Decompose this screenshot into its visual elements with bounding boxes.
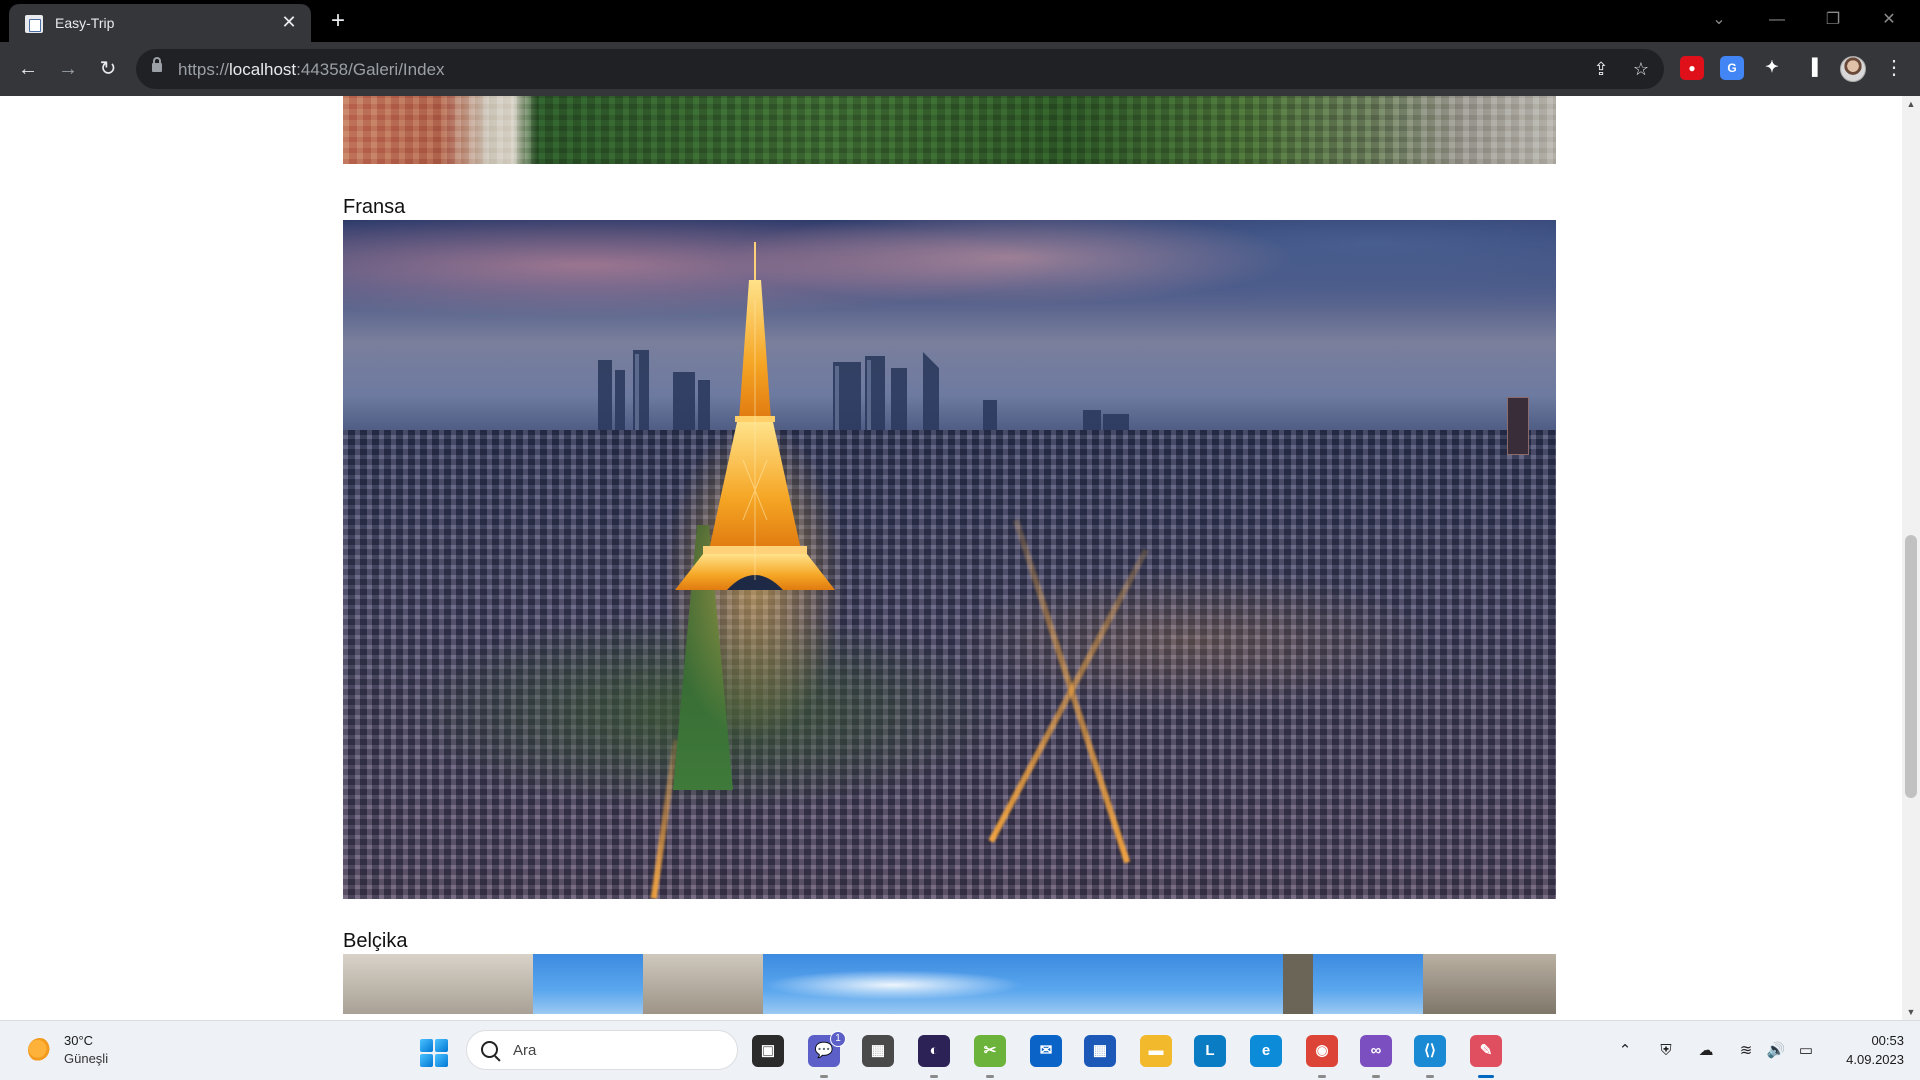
windows-logo-pane <box>435 1054 448 1067</box>
gallery-item-belgium: Belçika <box>343 928 1556 1014</box>
chevron-up-icon[interactable]: ⌃ <box>1615 1041 1635 1061</box>
tab-title: Easy-Trip <box>55 15 115 31</box>
file-explorer-dark-icon[interactable]: ▣ <box>752 1035 784 1067</box>
share-icon[interactable]: ⇪ <box>1590 58 1612 80</box>
weather-temperature[interactable]: 30°C <box>64 1033 93 1048</box>
new-tab-button[interactable]: + <box>325 8 351 34</box>
scroll-down-icon[interactable]: ▼ <box>1902 1004 1920 1020</box>
address-bar[interactable]: https://localhost:44358/Galeri/Index ⇪ ☆ <box>136 49 1664 89</box>
scroll-thumb[interactable] <box>1905 535 1917 798</box>
tab-strip: Easy-Trip ✕ + ⌄ — ❐ ✕ <box>0 0 1920 42</box>
scroll-up-icon[interactable]: ▲ <box>1902 96 1920 112</box>
snipping-tool-icon[interactable]: ✂ <box>974 1035 1006 1067</box>
bookmark-star-icon[interactable]: ☆ <box>1630 58 1652 80</box>
windows-logo-pane <box>435 1039 448 1052</box>
page-scrollbar[interactable]: ▲ ▼ <box>1902 96 1920 1020</box>
paint-tool-icon[interactable]: ✎ <box>1470 1035 1502 1067</box>
gallery-caption: Fransa <box>343 196 406 218</box>
profile-avatar[interactable] <box>1840 56 1866 82</box>
reload-button[interactable]: ↻ <box>94 55 122 83</box>
onedrive-icon[interactable]: ☁ <box>1696 1041 1716 1061</box>
volume-icon[interactable]: 🔊 <box>1766 1041 1786 1061</box>
running-indicator <box>820 1075 828 1078</box>
gallery-caption: Belçika <box>343 930 408 952</box>
l-app-icon[interactable]: L <box>1194 1035 1226 1067</box>
guildhall-facade <box>1423 954 1556 1014</box>
tab-close-icon[interactable]: ✕ <box>279 12 299 32</box>
puzzle-icon[interactable]: ✦ <box>1760 56 1784 80</box>
url-text[interactable]: https://localhost:44358/Galeri/Index <box>178 60 445 80</box>
windows-logo-pane <box>420 1054 433 1067</box>
edge-icon[interactable]: e <box>1250 1035 1282 1067</box>
taskbar-search[interactable]: Ara <box>466 1030 738 1070</box>
calculator-icon[interactable]: ▦ <box>862 1035 894 1067</box>
tab-search-chevron-icon[interactable]: ⌄ <box>1704 8 1734 32</box>
running-indicator <box>1478 1075 1494 1078</box>
forward-button[interactable]: → <box>54 55 82 83</box>
taskbar: 30°C Güneşli Ara ▣ 💬 1 ▦ ◐ ✂ ✉ ▦ ▬ Le ◉ ∞ ⟨⟩ ✎ ⌃ ⛨ ☁ ≋ 🔊 ▭… <box>0 1020 1920 1080</box>
eclipse-icon[interactable]: ◐ <box>918 1035 950 1067</box>
back-button[interactable]: ← <box>14 55 42 83</box>
page-favicon-icon <box>25 15 43 33</box>
montparnasse-tower <box>1507 397 1529 455</box>
visual-studio-icon[interactable]: ∞ <box>1360 1035 1392 1067</box>
gallery-item-turkey <box>343 96 1556 164</box>
gallery-item-france: Fransa <box>343 194 1556 899</box>
translate-icon[interactable]: G <box>1720 56 1744 80</box>
city-hall-tower <box>643 954 763 1014</box>
close-window-button[interactable]: ✕ <box>1874 8 1904 32</box>
istanbul-aerial-photo <box>343 96 1556 164</box>
sidepanel-icon[interactable]: ▐ <box>1800 56 1824 80</box>
clock-date[interactable]: 4.09.2023 <box>1830 1052 1904 1067</box>
store-icon[interactable]: ▦ <box>1084 1035 1116 1067</box>
cloud <box>763 970 1023 1000</box>
paris-eiffel-tower-photo <box>343 220 1556 899</box>
windows-logo-pane <box>420 1039 433 1052</box>
url-scheme: https:// <box>178 60 230 79</box>
spire <box>1283 954 1313 1014</box>
browser-toolbar: ← → ↻ https://localhost:44358/Galeri/Ind… <box>0 42 1920 96</box>
clock-time[interactable]: 00:53 <box>1840 1033 1904 1048</box>
weather-sun-icon[interactable] <box>28 1038 52 1062</box>
vscode-icon[interactable]: ⟨⟩ <box>1414 1035 1446 1067</box>
search-placeholder: Ara <box>513 1042 537 1059</box>
url-path: :44358/Galeri/Index <box>296 60 445 79</box>
chrome-icon[interactable]: ◉ <box>1306 1035 1338 1067</box>
minimize-button[interactable]: — <box>1762 8 1792 32</box>
start-button[interactable] <box>420 1039 448 1067</box>
adblock-icon[interactable]: ● <box>1680 56 1704 80</box>
weather-description[interactable]: Güneşli <box>64 1051 108 1066</box>
url-host: localhost <box>229 60 297 79</box>
notification-badge: 1 <box>830 1031 846 1047</box>
wifi-icon[interactable]: ≋ <box>1736 1041 1756 1061</box>
restore-button[interactable]: ❐ <box>1818 8 1848 32</box>
running-indicator <box>1426 1075 1434 1078</box>
mail-icon[interactable]: ✉ <box>1030 1035 1062 1067</box>
brussels-grand-place-photo <box>343 954 1556 1014</box>
running-indicator <box>986 1075 994 1078</box>
lock-icon[interactable] <box>152 57 162 72</box>
search-icon <box>481 1041 498 1058</box>
tab-easy-trip[interactable]: Easy-Trip ✕ <box>9 4 311 42</box>
gothic-facade <box>343 954 533 1014</box>
browser-menu-icon[interactable]: ⋮ <box>1884 54 1904 82</box>
defender-icon[interactable]: ⛨ <box>1656 1041 1676 1061</box>
battery-icon[interactable]: ▭ <box>1796 1041 1816 1061</box>
page-viewport[interactable]: Fransa Belçika ▲ ▼ <box>0 96 1920 1020</box>
running-indicator <box>930 1075 938 1078</box>
folder-icon[interactable]: ▬ <box>1140 1035 1172 1067</box>
running-indicator <box>1372 1075 1380 1078</box>
running-indicator <box>1318 1075 1326 1078</box>
eiffel-tower-icon <box>665 242 845 740</box>
